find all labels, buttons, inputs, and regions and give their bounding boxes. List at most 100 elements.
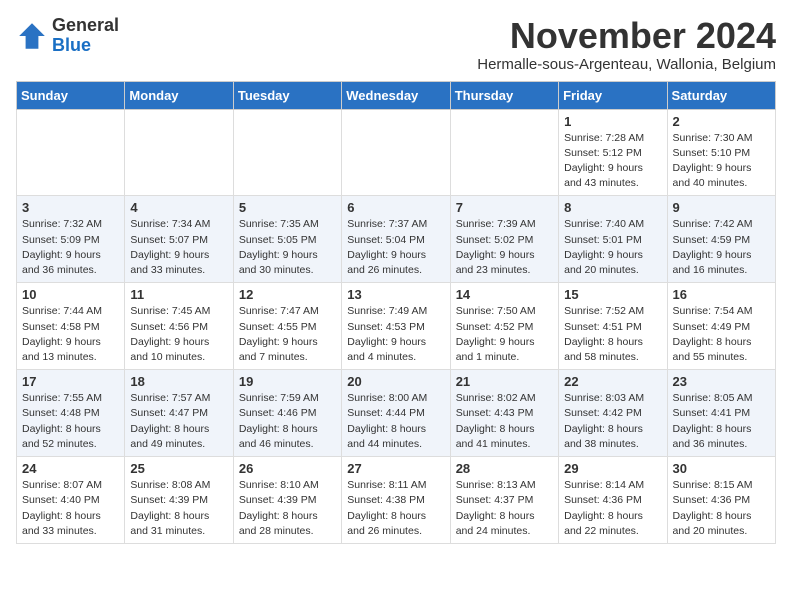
weekday-header-saturday: Saturday <box>667 81 775 109</box>
day-number: 25 <box>130 461 227 476</box>
day-info: Sunrise: 8:00 AM Sunset: 4:44 PM Dayligh… <box>347 391 444 452</box>
subtitle: Hermalle-sous-Argenteau, Wallonia, Belgi… <box>477 56 776 73</box>
day-number: 14 <box>456 287 553 302</box>
calendar-cell: 21 Sunrise: 8:02 AM Sunset: 4:43 PM Dayli… <box>450 370 558 457</box>
day-number: 9 <box>673 200 770 215</box>
calendar-cell: 23 Sunrise: 8:05 AM Sunset: 4:41 PM Dayli… <box>667 370 775 457</box>
day-number: 19 <box>239 374 336 389</box>
day-info: Sunrise: 7:39 AM Sunset: 5:02 PM Dayligh… <box>456 217 553 278</box>
day-info: Sunrise: 7:49 AM Sunset: 4:53 PM Dayligh… <box>347 304 444 365</box>
day-number: 10 <box>22 287 119 302</box>
day-number: 13 <box>347 287 444 302</box>
day-number: 21 <box>456 374 553 389</box>
calendar-header-row: SundayMondayTuesdayWednesdayThursdayFrid… <box>17 81 776 109</box>
day-number: 1 <box>564 114 661 129</box>
day-number: 8 <box>564 200 661 215</box>
day-info: Sunrise: 8:10 AM Sunset: 4:39 PM Dayligh… <box>239 478 336 539</box>
day-number: 23 <box>673 374 770 389</box>
logo-blue: Blue <box>52 36 119 56</box>
calendar-cell: 24 Sunrise: 8:07 AM Sunset: 4:40 PM Dayli… <box>17 457 125 544</box>
day-info: Sunrise: 8:07 AM Sunset: 4:40 PM Dayligh… <box>22 478 119 539</box>
header: General Blue November 2024 Hermalle-sous… <box>16 16 776 73</box>
calendar-cell <box>125 109 233 196</box>
day-number: 3 <box>22 200 119 215</box>
calendar-cell: 26 Sunrise: 8:10 AM Sunset: 4:39 PM Dayli… <box>233 457 341 544</box>
weekday-header-thursday: Thursday <box>450 81 558 109</box>
day-info: Sunrise: 8:08 AM Sunset: 4:39 PM Dayligh… <box>130 478 227 539</box>
weekday-header-tuesday: Tuesday <box>233 81 341 109</box>
day-info: Sunrise: 7:57 AM Sunset: 4:47 PM Dayligh… <box>130 391 227 452</box>
day-info: Sunrise: 8:02 AM Sunset: 4:43 PM Dayligh… <box>456 391 553 452</box>
calendar-cell: 1 Sunrise: 7:28 AM Sunset: 5:12 PM Daylig… <box>559 109 667 196</box>
month-title: November 2024 <box>477 16 776 56</box>
day-number: 27 <box>347 461 444 476</box>
calendar-cell: 10 Sunrise: 7:44 AM Sunset: 4:58 PM Dayli… <box>17 283 125 370</box>
day-number: 18 <box>130 374 227 389</box>
day-number: 22 <box>564 374 661 389</box>
day-number: 11 <box>130 287 227 302</box>
logo-general: General <box>52 16 119 36</box>
day-number: 2 <box>673 114 770 129</box>
calendar-cell: 3 Sunrise: 7:32 AM Sunset: 5:09 PM Daylig… <box>17 196 125 283</box>
calendar-week-1: 1 Sunrise: 7:28 AM Sunset: 5:12 PM Daylig… <box>17 109 776 196</box>
day-info: Sunrise: 7:55 AM Sunset: 4:48 PM Dayligh… <box>22 391 119 452</box>
calendar-cell: 6Sunrise: 7:37 AM Sunset: 5:04 PM Daylig… <box>342 196 450 283</box>
day-info: Sunrise: 7:47 AM Sunset: 4:55 PM Dayligh… <box>239 304 336 365</box>
day-info: Sunrise: 7:30 AM Sunset: 5:10 PM Dayligh… <box>673 131 770 192</box>
day-info: Sunrise: 8:11 AM Sunset: 4:38 PM Dayligh… <box>347 478 444 539</box>
calendar-cell: 5Sunrise: 7:35 AM Sunset: 5:05 PM Daylig… <box>233 196 341 283</box>
day-number: 24 <box>22 461 119 476</box>
day-info: Sunrise: 7:35 AM Sunset: 5:05 PM Dayligh… <box>239 217 336 278</box>
calendar-cell: 2 Sunrise: 7:30 AM Sunset: 5:10 PM Daylig… <box>667 109 775 196</box>
calendar-cell: 13 Sunrise: 7:49 AM Sunset: 4:53 PM Dayli… <box>342 283 450 370</box>
logo-icon <box>16 20 48 52</box>
day-info: Sunrise: 7:52 AM Sunset: 4:51 PM Dayligh… <box>564 304 661 365</box>
day-number: 12 <box>239 287 336 302</box>
calendar-cell: 25 Sunrise: 8:08 AM Sunset: 4:39 PM Dayli… <box>125 457 233 544</box>
calendar-cell: 16Sunrise: 7:54 AM Sunset: 4:49 PM Dayli… <box>667 283 775 370</box>
calendar-cell: 27 Sunrise: 8:11 AM Sunset: 4:38 PM Dayli… <box>342 457 450 544</box>
calendar-week-4: 17 Sunrise: 7:55 AM Sunset: 4:48 PM Dayli… <box>17 370 776 457</box>
calendar-cell: 29 Sunrise: 8:14 AM Sunset: 4:36 PM Dayli… <box>559 457 667 544</box>
calendar-cell: 17 Sunrise: 7:55 AM Sunset: 4:48 PM Dayli… <box>17 370 125 457</box>
day-info: Sunrise: 7:44 AM Sunset: 4:58 PM Dayligh… <box>22 304 119 365</box>
logo-text: General Blue <box>52 16 119 56</box>
day-info: Sunrise: 7:42 AM Sunset: 4:59 PM Dayligh… <box>673 217 770 278</box>
day-number: 6 <box>347 200 444 215</box>
day-number: 20 <box>347 374 444 389</box>
day-info: Sunrise: 8:14 AM Sunset: 4:36 PM Dayligh… <box>564 478 661 539</box>
calendar-week-3: 10 Sunrise: 7:44 AM Sunset: 4:58 PM Dayli… <box>17 283 776 370</box>
day-info: Sunrise: 7:28 AM Sunset: 5:12 PM Dayligh… <box>564 131 661 192</box>
day-info: Sunrise: 8:05 AM Sunset: 4:41 PM Dayligh… <box>673 391 770 452</box>
day-info: Sunrise: 8:15 AM Sunset: 4:36 PM Dayligh… <box>673 478 770 539</box>
day-number: 29 <box>564 461 661 476</box>
calendar-cell: 11 Sunrise: 7:45 AM Sunset: 4:56 PM Dayli… <box>125 283 233 370</box>
day-info: Sunrise: 7:45 AM Sunset: 4:56 PM Dayligh… <box>130 304 227 365</box>
calendar-week-5: 24 Sunrise: 8:07 AM Sunset: 4:40 PM Dayli… <box>17 457 776 544</box>
calendar-cell: 14Sunrise: 7:50 AM Sunset: 4:52 PM Dayli… <box>450 283 558 370</box>
calendar-cell: 15 Sunrise: 7:52 AM Sunset: 4:51 PM Dayli… <box>559 283 667 370</box>
calendar-cell: 30 Sunrise: 8:15 AM Sunset: 4:36 PM Dayli… <box>667 457 775 544</box>
day-number: 16 <box>673 287 770 302</box>
calendar-cell <box>450 109 558 196</box>
calendar-week-2: 3 Sunrise: 7:32 AM Sunset: 5:09 PM Daylig… <box>17 196 776 283</box>
day-number: 30 <box>673 461 770 476</box>
calendar-cell: 19Sunrise: 7:59 AM Sunset: 4:46 PM Dayli… <box>233 370 341 457</box>
day-info: Sunrise: 8:13 AM Sunset: 4:37 PM Dayligh… <box>456 478 553 539</box>
day-number: 7 <box>456 200 553 215</box>
calendar-cell: 28Sunrise: 8:13 AM Sunset: 4:37 PM Dayli… <box>450 457 558 544</box>
calendar-cell: 9 Sunrise: 7:42 AM Sunset: 4:59 PM Daylig… <box>667 196 775 283</box>
weekday-header-sunday: Sunday <box>17 81 125 109</box>
day-info: Sunrise: 8:03 AM Sunset: 4:42 PM Dayligh… <box>564 391 661 452</box>
title-block: November 2024 Hermalle-sous-Argenteau, W… <box>477 16 776 73</box>
day-number: 15 <box>564 287 661 302</box>
weekday-header-monday: Monday <box>125 81 233 109</box>
calendar-cell: 22 Sunrise: 8:03 AM Sunset: 4:42 PM Dayli… <box>559 370 667 457</box>
weekday-header-friday: Friday <box>559 81 667 109</box>
day-number: 17 <box>22 374 119 389</box>
day-info: Sunrise: 7:32 AM Sunset: 5:09 PM Dayligh… <box>22 217 119 278</box>
calendar-cell: 20 Sunrise: 8:00 AM Sunset: 4:44 PM Dayli… <box>342 370 450 457</box>
calendar-body: 1 Sunrise: 7:28 AM Sunset: 5:12 PM Daylig… <box>17 109 776 543</box>
day-info: Sunrise: 7:34 AM Sunset: 5:07 PM Dayligh… <box>130 217 227 278</box>
day-number: 26 <box>239 461 336 476</box>
